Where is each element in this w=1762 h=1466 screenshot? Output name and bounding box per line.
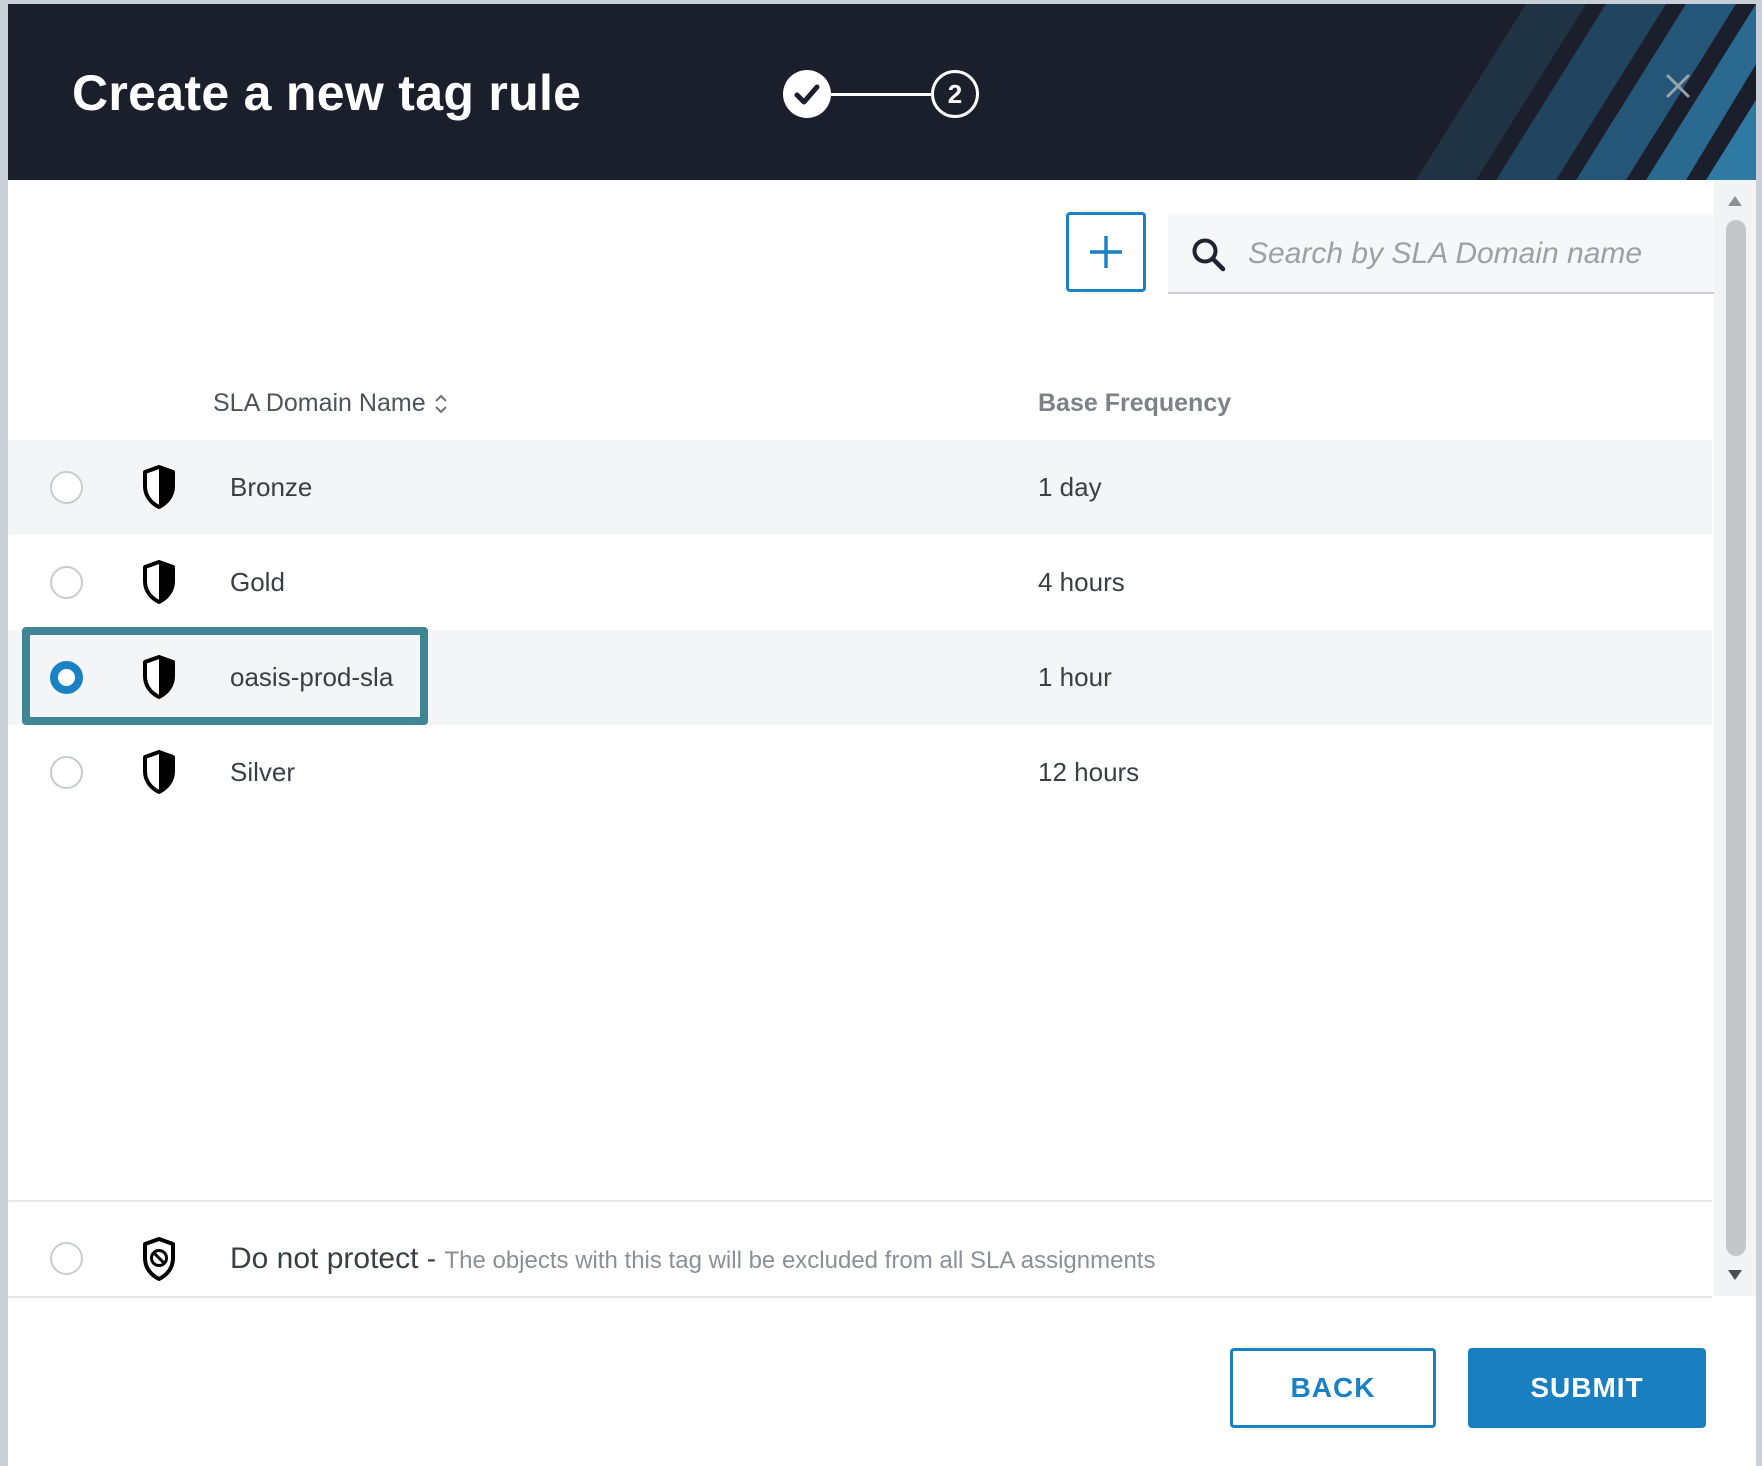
divider <box>8 1200 1712 1202</box>
do-not-protect-text: Do not protect - The objects with this t… <box>230 1242 1155 1276</box>
shield-icon <box>143 655 175 699</box>
table-row[interactable]: Bronze 1 day <box>8 440 1712 535</box>
close-button[interactable] <box>1660 68 1696 104</box>
create-tag-rule-dialog: Create a new tag rule 2 Search by SLA Do… <box>8 4 1756 1466</box>
shield-icon <box>143 750 175 794</box>
do-not-protect-radio[interactable] <box>50 1242 83 1275</box>
row-radio[interactable] <box>50 471 83 504</box>
sla-table-body: Bronze 1 day Gold 4 hours oasis-prod-sla… <box>8 440 1712 820</box>
do-not-protect-description: The objects with this tag will be exclud… <box>444 1247 1156 1274</box>
sla-frequency: 1 hour <box>1038 662 1112 692</box>
search-box <box>1168 214 1718 294</box>
do-not-protect-label: Do not protect <box>230 1242 419 1275</box>
search-icon <box>1192 238 1226 272</box>
column-header-sla-name[interactable]: SLA Domain Name <box>213 389 448 418</box>
scroll-down-arrow-icon[interactable] <box>1726 1268 1744 1282</box>
sla-name: oasis-prod-sla <box>230 662 394 692</box>
sla-name: Bronze <box>230 472 313 502</box>
column-header-base-frequency: Base Frequency <box>1038 389 1232 417</box>
sla-frequency: 12 hours <box>1038 757 1140 787</box>
sort-icon <box>434 394 447 414</box>
dialog-title: Create a new tag rule <box>72 65 582 121</box>
submit-button[interactable]: SUBMIT <box>1468 1348 1706 1428</box>
search-input[interactable] <box>1248 228 1698 280</box>
dialog-header: Create a new tag rule 2 <box>8 4 1756 180</box>
column-header-sla-name-label: SLA Domain Name <box>213 389 426 417</box>
close-icon <box>1666 74 1690 98</box>
table-row[interactable]: Silver 12 hours <box>8 725 1712 820</box>
step-connector <box>831 93 933 96</box>
footer-divider <box>8 1296 1712 1298</box>
scrollbar[interactable] <box>1714 180 1756 1296</box>
step-two-current: 2 <box>931 70 979 118</box>
row-radio[interactable] <box>50 566 83 599</box>
row-radio[interactable] <box>50 756 83 789</box>
back-button[interactable]: BACK <box>1230 1348 1436 1428</box>
shield-icon <box>143 560 175 604</box>
step-one-complete <box>783 70 831 118</box>
sla-name: Silver <box>230 757 296 787</box>
scroll-up-arrow-icon[interactable] <box>1726 194 1744 208</box>
plus-icon <box>1090 236 1122 268</box>
do-not-protect-row[interactable]: Do not protect - The objects with this t… <box>8 1218 1712 1298</box>
do-not-protect-separator: - <box>426 1243 437 1274</box>
sla-frequency: 4 hours <box>1038 567 1125 597</box>
sla-frequency: 1 day <box>1038 472 1102 502</box>
stepper: 2 <box>783 68 993 124</box>
scrollbar-thumb[interactable] <box>1726 220 1746 1256</box>
check-icon <box>794 84 820 105</box>
table-row[interactable]: Gold 4 hours <box>8 535 1712 630</box>
sla-name: Gold <box>230 567 285 597</box>
shield-icon <box>143 465 175 509</box>
table-row-selected[interactable]: oasis-prod-sla 1 hour <box>8 630 1712 725</box>
row-radio-selected[interactable] <box>50 661 83 694</box>
add-sla-button[interactable] <box>1066 212 1146 292</box>
shield-ban-icon <box>143 1237 175 1281</box>
